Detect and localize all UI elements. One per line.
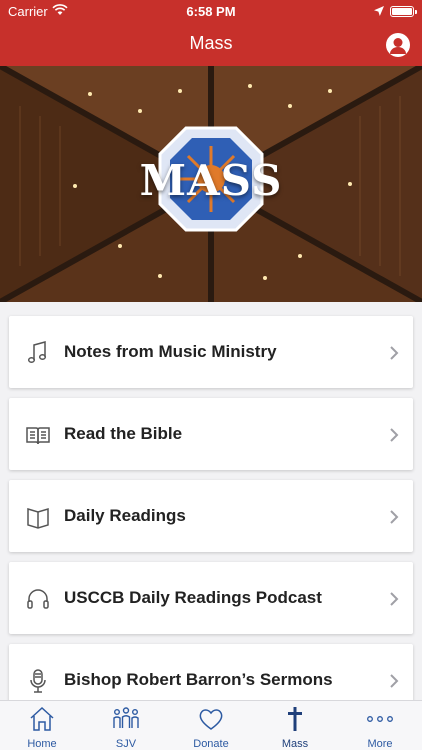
list-item-music-ministry[interactable]: Notes from Music Ministry bbox=[9, 316, 413, 388]
more-dots-icon bbox=[366, 706, 394, 732]
list-item-usccb-podcast[interactable]: USCCB Daily Readings Podcast bbox=[9, 562, 413, 634]
tab-sjv[interactable]: SJV bbox=[84, 701, 168, 750]
heart-icon bbox=[197, 706, 225, 732]
chevron-right-icon bbox=[389, 674, 399, 688]
cross-icon bbox=[281, 706, 309, 732]
tab-label: More bbox=[367, 738, 393, 750]
profile-icon[interactable] bbox=[386, 33, 410, 57]
battery-icon bbox=[390, 6, 417, 17]
list-item-label: Read the Bible bbox=[64, 424, 183, 443]
chevron-right-icon bbox=[389, 592, 399, 606]
tab-label: Donate bbox=[193, 738, 229, 750]
chevron-right-icon bbox=[389, 428, 399, 442]
people-icon bbox=[112, 706, 140, 732]
tab-label: Home bbox=[27, 738, 57, 750]
list-item-read-bible[interactable]: Read the Bible bbox=[9, 398, 413, 470]
location-arrow-icon bbox=[374, 4, 384, 19]
page-title: Mass bbox=[189, 33, 233, 53]
music-note-icon bbox=[25, 340, 51, 366]
tab-home[interactable]: Home bbox=[0, 701, 84, 750]
tab-more[interactable]: More bbox=[338, 701, 422, 750]
microphone-icon bbox=[25, 668, 51, 694]
status-right bbox=[374, 4, 417, 19]
hero-banner: MASS bbox=[0, 66, 422, 302]
top-bar: Carrier 6:58 PM Mass bbox=[0, 0, 422, 66]
tab-mass[interactable]: Mass bbox=[253, 701, 337, 750]
list-item-barron-sermons[interactable]: Bishop Robert Barron’s Sermons bbox=[9, 644, 413, 700]
hero-title: MASS bbox=[139, 156, 283, 205]
open-book-icon bbox=[25, 422, 51, 448]
home-icon bbox=[28, 706, 56, 732]
list-item-daily-readings[interactable]: Daily Readings bbox=[9, 480, 413, 552]
chevron-right-icon bbox=[389, 510, 399, 524]
status-time: 6:58 PM bbox=[186, 4, 236, 19]
list-item-label: Notes from Music Ministry bbox=[64, 342, 277, 361]
tab-label: SJV bbox=[115, 738, 137, 750]
headphones-icon bbox=[25, 586, 51, 612]
chevron-right-icon bbox=[389, 346, 399, 360]
tab-label: Mass bbox=[281, 738, 309, 750]
list-item-label: Daily Readings bbox=[64, 506, 186, 525]
list-item-label: USCCB Daily Readings Podcast bbox=[64, 588, 322, 607]
book-icon bbox=[25, 504, 51, 530]
status-bar: Carrier 6:58 PM bbox=[0, 0, 422, 22]
tab-bar: Home SJV Donate Mass More bbox=[0, 700, 422, 750]
tab-donate[interactable]: Donate bbox=[169, 701, 253, 750]
list-item-label: Bishop Robert Barron’s Sermons bbox=[64, 670, 333, 689]
mass-menu-list: Notes from Music Ministry Read the Bible… bbox=[0, 302, 422, 700]
